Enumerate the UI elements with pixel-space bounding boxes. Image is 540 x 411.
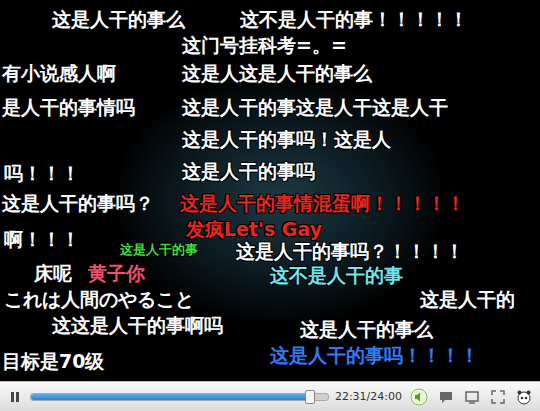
time-display: 22:31/24:00	[335, 390, 402, 403]
control-bar: 22:31/24:00	[0, 381, 540, 411]
danmaku-comment: 发疯Let's Gay	[186, 218, 322, 241]
danmaku-comment: 黄子你	[88, 262, 145, 285]
screen-icon	[464, 389, 480, 405]
danmaku-comment: 这是人干的事吗！！！！	[270, 344, 479, 367]
pause-icon	[8, 390, 22, 404]
danmaku-comment: 吗！！！	[4, 162, 80, 185]
danmaku-comment: これは人間のやること	[4, 288, 194, 311]
danmaku-comment: 这是人干的事吗？	[2, 192, 154, 215]
danmaku-comment: 床呢	[34, 262, 72, 285]
danmaku-comment: 这是人干的事这是人干这是人干	[182, 96, 448, 119]
danmaku-comment: 这不是人干的事	[270, 264, 403, 287]
danmaku-comment: 这是人干的事么	[300, 318, 433, 341]
play-pause-button[interactable]	[6, 390, 24, 404]
danmaku-comment: 这是人干的事么	[52, 8, 185, 31]
progress-fill	[31, 394, 309, 400]
danmaku-comment: 这门号挂科考=。=	[182, 34, 347, 57]
danmaku-comment: 这不是人干的事！！！！！	[240, 8, 468, 31]
danmaku-comment: 这是人干的事吗？！！！！	[236, 240, 464, 263]
danmaku-comment: 这是人干的事吗	[182, 160, 315, 183]
progress-bar[interactable]	[30, 393, 329, 401]
danmaku-comment: 这是人干的事	[120, 242, 198, 258]
danmaku-comment: 这是人干的事吗！这是人	[182, 128, 391, 151]
danmaku-comment: 是人干的事情吗	[2, 96, 135, 119]
danmaku-comment: 这这是人干的事啊吗	[52, 314, 223, 337]
fullscreen-icon	[490, 389, 506, 405]
volume-button[interactable]	[408, 388, 430, 406]
danmaku-comment: 啊！！！	[4, 228, 80, 251]
comment-button[interactable]	[436, 389, 456, 405]
panda-icon	[516, 389, 532, 405]
widescreen-button[interactable]	[462, 389, 482, 405]
volume-icon	[410, 388, 428, 406]
danmaku-comment: 目标是70级	[2, 350, 104, 373]
danmaku-comment: 这是人这是人干的事么	[182, 62, 372, 85]
danmaku-comment: 这是人干的事情混蛋啊！！！！！	[180, 192, 465, 215]
video-player: 这是人干的事么 这不是人干的事！！！！！ 这门号挂科考=。= 有小说感人啊 这是人这是人…	[0, 0, 540, 411]
mascot-button[interactable]	[514, 389, 534, 405]
fullscreen-button[interactable]	[488, 389, 508, 405]
speech-bubble-icon	[438, 389, 454, 405]
danmaku-comment: 有小说感人啊	[2, 62, 116, 85]
video-screen: 这是人干的事么 这不是人干的事！！！！！ 这门号挂科考=。= 有小说感人啊 这是人这是人…	[0, 0, 540, 381]
danmaku-comment: 这是人干的	[420, 288, 515, 311]
progress-knob[interactable]	[305, 390, 315, 404]
